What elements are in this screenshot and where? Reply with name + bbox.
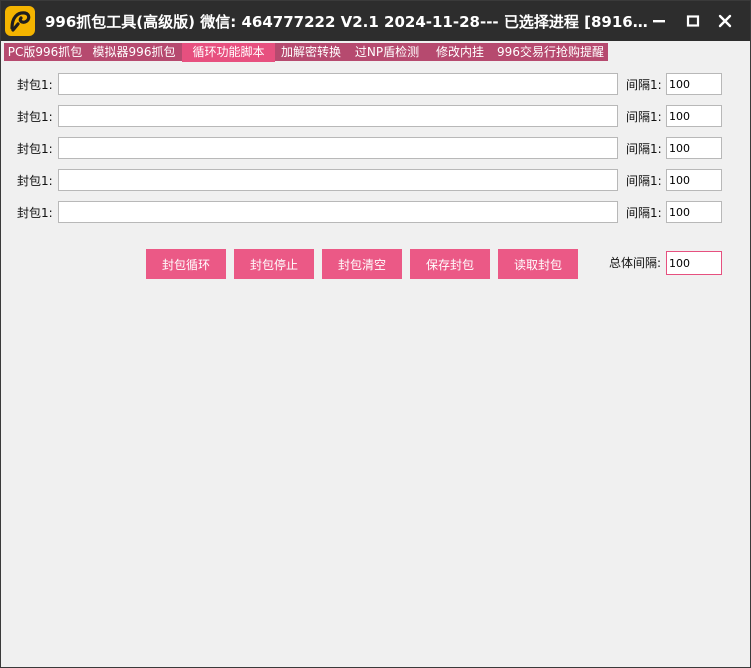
packet-label: 封包1: xyxy=(17,142,53,156)
interval-label: 间隔1: xyxy=(626,174,662,188)
close-icon[interactable] xyxy=(713,9,737,33)
tab-loop-script[interactable]: 循环功能脚本 xyxy=(182,43,275,62)
app-logo-icon xyxy=(5,6,35,36)
packet-input[interactable] xyxy=(58,169,618,191)
clear-packet-button[interactable]: 封包清空 xyxy=(322,249,402,279)
app-window: 996抓包工具(高级版) 微信: 464777222 V2.1 2024-11-… xyxy=(0,0,751,668)
packet-input[interactable] xyxy=(58,73,618,95)
tab-modify-cheat[interactable]: 修改内挂 xyxy=(429,43,491,61)
packet-input[interactable] xyxy=(58,201,618,223)
maximize-icon[interactable] xyxy=(681,9,705,33)
interval-input[interactable] xyxy=(666,73,722,95)
loop-packet-button[interactable]: 封包循环 xyxy=(146,249,226,279)
tab-encrypt-convert[interactable]: 加解密转换 xyxy=(277,43,345,61)
tab-bar: PC版996抓包 模拟器996抓包 循环功能脚本 加解密转换 过NP盾检测 修改… xyxy=(4,43,608,62)
interval-label: 间隔1: xyxy=(626,110,662,124)
tab-emulator-capture[interactable]: 模拟器996抓包 xyxy=(88,43,180,61)
interval-input[interactable] xyxy=(666,169,722,191)
interval-input[interactable] xyxy=(666,201,722,223)
interval-input[interactable] xyxy=(666,105,722,127)
packet-label: 封包1: xyxy=(17,174,53,188)
interval-input[interactable] xyxy=(666,137,722,159)
tab-trade-alert[interactable]: 996交易行抢购提醒 xyxy=(493,43,608,61)
packet-label: 封包1: xyxy=(17,206,53,220)
packet-label: 封包1: xyxy=(17,78,53,92)
stop-packet-button[interactable]: 封包停止 xyxy=(234,249,314,279)
interval-label: 间隔1: xyxy=(626,206,662,220)
packet-label: 封包1: xyxy=(17,110,53,124)
total-interval-input[interactable] xyxy=(666,251,722,275)
packet-input[interactable] xyxy=(58,137,618,159)
interval-label: 间隔1: xyxy=(626,142,662,156)
load-packet-button[interactable]: 读取封包 xyxy=(498,249,578,279)
save-packet-button[interactable]: 保存封包 xyxy=(410,249,490,279)
title-bar[interactable]: 996抓包工具(高级版) 微信: 464777222 V2.1 2024-11-… xyxy=(1,1,750,41)
total-interval-label: 总体间隔: xyxy=(609,256,662,270)
window-title: 996抓包工具(高级版) 微信: 464777222 V2.1 2024-11-… xyxy=(45,13,653,31)
tab-pc-capture[interactable]: PC版996抓包 xyxy=(4,43,86,61)
minimize-icon[interactable] xyxy=(647,9,671,33)
tab-np-bypass[interactable]: 过NP盾检测 xyxy=(347,43,427,61)
interval-label: 间隔1: xyxy=(626,78,662,92)
packet-input[interactable] xyxy=(58,105,618,127)
